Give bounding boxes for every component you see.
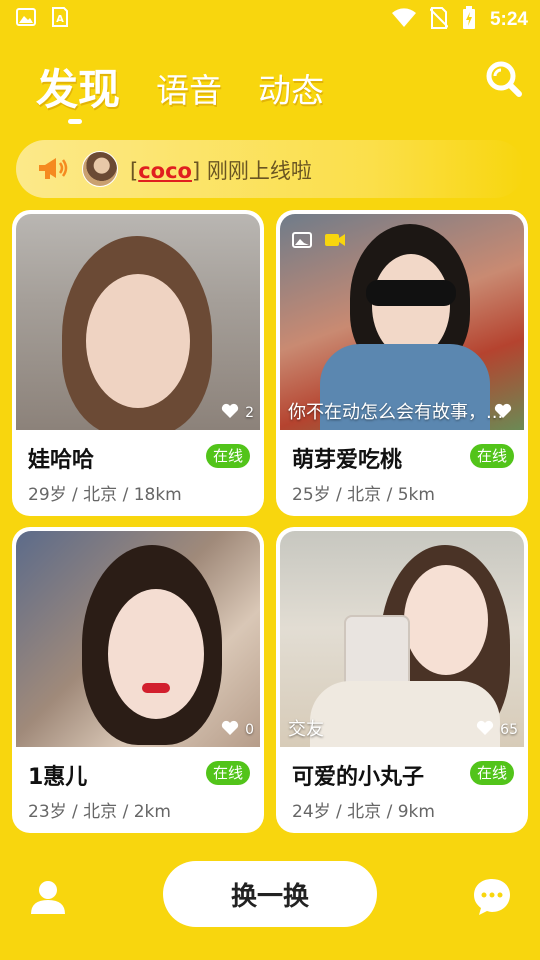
svg-text:A: A: [56, 14, 64, 25]
tab-discover[interactable]: 发现: [36, 56, 120, 117]
likes-count[interactable]: 0: [221, 720, 254, 740]
card-info: 29岁 / 北京 / 18km: [28, 485, 182, 505]
online-badge: 在线: [470, 761, 514, 785]
heart-icon: [221, 403, 239, 423]
battery-charging-icon: [462, 6, 476, 34]
clock: 5:24: [489, 9, 528, 30]
font-icon: A: [50, 7, 70, 27]
status-bar: A 5:24: [0, 0, 540, 36]
wifi-icon: [391, 8, 416, 32]
media-icons: [292, 232, 346, 252]
user-photo[interactable]: 0: [16, 531, 260, 747]
photo-caption: 你不在动怎么会有故事，...: [288, 402, 504, 423]
card-name: 可爱的小丸子: [292, 765, 425, 790]
likes-count[interactable]: [494, 403, 518, 423]
card-info: 24岁 / 北京 / 9km: [292, 802, 435, 822]
notice-username[interactable]: coco: [138, 159, 192, 183]
online-badge: 在线: [206, 444, 250, 468]
card-info: 25岁 / 北京 / 5km: [292, 485, 435, 505]
chat-icon[interactable]: [472, 876, 512, 916]
refresh-button[interactable]: 换一换: [163, 861, 377, 927]
gallery-icon: [16, 7, 36, 27]
notice-text: [coco] 刚刚上线啦: [130, 159, 312, 183]
user-photo[interactable]: 交友 65: [280, 531, 524, 747]
profile-icon[interactable]: [28, 878, 68, 918]
user-card[interactable]: 2 娃哈哈 在线 29岁 / 北京 / 18km: [12, 210, 264, 516]
search-icon[interactable]: [485, 60, 523, 98]
user-photo[interactable]: 你不在动怎么会有故事，...: [280, 214, 524, 430]
likes-count[interactable]: 2: [221, 403, 254, 423]
user-card[interactable]: 0 1惠儿 在线 23岁 / 北京 / 2km: [12, 527, 264, 833]
user-photo[interactable]: 2: [16, 214, 260, 430]
megaphone-icon: [36, 152, 70, 186]
no-sim-icon: [429, 7, 449, 33]
online-badge: 在线: [470, 444, 514, 468]
tab-moments[interactable]: 动态: [258, 64, 324, 112]
tab-voice[interactable]: 语音: [156, 64, 222, 112]
heart-icon: [494, 403, 512, 423]
likes-count[interactable]: 65: [476, 720, 518, 740]
card-name: 娃哈哈: [28, 448, 95, 473]
active-tab-indicator: [68, 119, 82, 124]
heart-icon: [221, 720, 239, 740]
online-badge: 在线: [206, 761, 250, 785]
video-icon: [324, 232, 346, 252]
avatar[interactable]: [82, 151, 118, 187]
user-card[interactable]: 你不在动怎么会有故事，... 萌芽爱吃桃 在线 25岁 / 北京 / 5km: [276, 210, 528, 516]
heart-icon: [476, 720, 494, 740]
card-name: 1惠儿: [28, 765, 88, 790]
user-card[interactable]: 交友 65 可爱的小丸子 在线 24岁 / 北京 / 9km: [276, 527, 528, 833]
photo-caption: 交友: [288, 719, 324, 740]
card-name: 萌芽爱吃桃: [292, 448, 403, 473]
card-info: 23岁 / 北京 / 2km: [28, 802, 171, 822]
photo-icon: [292, 232, 312, 252]
online-notice-bar[interactable]: [coco] 刚刚上线啦: [16, 140, 524, 198]
